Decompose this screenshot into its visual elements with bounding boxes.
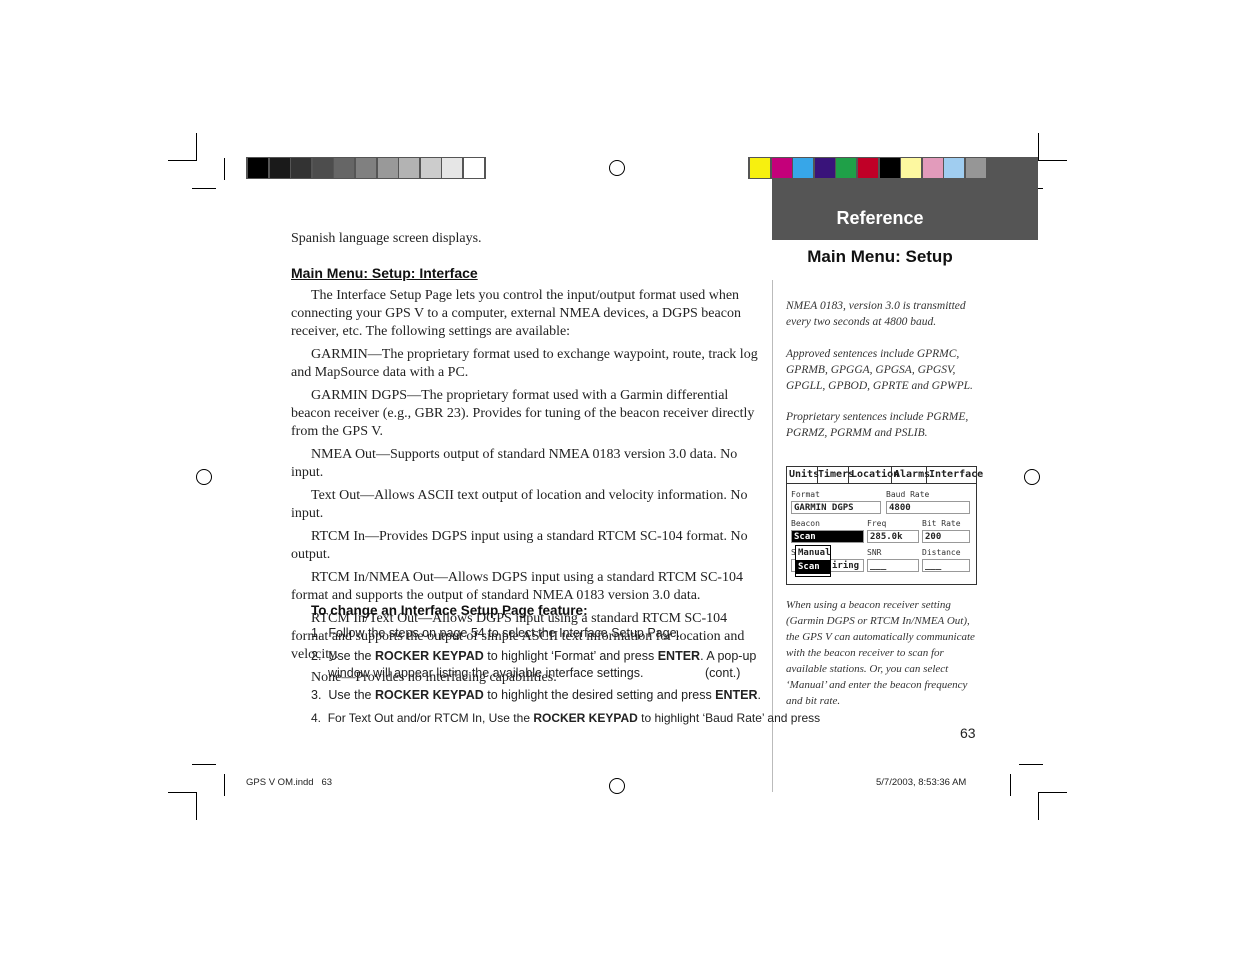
color-swatch [399, 158, 420, 178]
step: 4. For Text Out and/or RTCM In, Use the … [311, 711, 821, 725]
color-swatch [377, 158, 398, 178]
sidebar-note: Proprietary sentences include PGRME, PGR… [786, 411, 969, 439]
registration-mark-icon [609, 778, 625, 794]
baud-value: 4800 [886, 501, 970, 514]
popup-option: Scan [796, 560, 830, 574]
tab-interface: Interface [929, 469, 984, 480]
color-swatch [814, 158, 835, 178]
distance-label: Distance [922, 548, 961, 557]
footer-date: 5/7/2003, 8:53:36 AM [876, 777, 967, 788]
color-swatch [750, 158, 770, 178]
step: 1. Follow the steps on page 54 to select… [311, 626, 681, 640]
bitrate-label: Bit Rate [922, 519, 961, 528]
step: 3. Use the ROCKER KEYPAD to highlight th… [311, 688, 762, 702]
page-number: 63 [960, 725, 976, 741]
gps-screen-image: Units Timers Location Alarms Interface F… [786, 466, 984, 585]
color-swatch [944, 158, 965, 178]
color-swatch [312, 158, 333, 178]
color-swatch [836, 158, 857, 178]
page-subtitle: Main Menu: Setup [807, 247, 953, 266]
section-title: Reference [836, 208, 924, 228]
paragraph: Text Out—Allows ASCII text output of loc… [291, 488, 748, 521]
sidebar-note: Approved sentences include GPRMC, GPRMB,… [786, 348, 973, 392]
color-swatch [291, 158, 312, 178]
footer-file: GPS V OM.indd 63 [246, 777, 333, 788]
color-swatch [356, 158, 376, 178]
tab-units: Units [787, 467, 819, 483]
beacon-label: Beacon [791, 519, 820, 528]
color-swatch [879, 158, 900, 178]
tab-timers: Timers [818, 467, 854, 483]
tab-location: Location [851, 467, 899, 483]
registration-mark-icon [1024, 469, 1040, 485]
color-swatch [442, 158, 463, 178]
distance-value: ___ [922, 559, 970, 572]
intro-text: Spanish language screen displays. [291, 231, 482, 246]
registration-mark-icon [609, 160, 625, 176]
bitrate-value: 200 [922, 530, 970, 543]
paragraph: GARMIN DGPS—The proprietary format used … [291, 388, 755, 439]
color-swatch [922, 158, 943, 178]
color-swatch [771, 158, 792, 178]
step: 2. Use the ROCKER KEYPAD to highlight ‘F… [311, 649, 757, 680]
paragraph: RTCM In—Provides DGPS input using a stan… [291, 529, 748, 562]
format-label: Format [791, 490, 820, 499]
paragraph: GARMIN—The proprietary format used to ex… [291, 347, 758, 380]
freq-label: Freq [867, 519, 887, 528]
section-tab-top [988, 157, 1038, 181]
snr-label: SNR [867, 548, 882, 557]
color-swatch [334, 158, 355, 178]
snr-value: ___ [867, 559, 919, 572]
color-swatch [269, 158, 290, 178]
registration-mark-icon [196, 469, 212, 485]
color-swatch [248, 158, 268, 178]
color-swatch [966, 158, 986, 178]
paragraph: The Interface Setup Page lets you contro… [291, 288, 741, 339]
paragraph: NMEA Out—Supports output of standard NME… [291, 447, 738, 480]
procedure-heading: To change an Interface Setup Page featur… [311, 603, 588, 618]
color-swatch [793, 158, 814, 178]
popup-option: Manual [798, 548, 831, 558]
color-swatch [901, 158, 922, 178]
color-swatch [858, 158, 878, 178]
color-swatch [464, 158, 484, 178]
tab-alarms: Alarms [894, 467, 930, 483]
paragraph: RTCM In/NMEA Out—Allows DGPS input using… [291, 570, 743, 603]
color-swatch [420, 158, 441, 178]
screen-caption: When using a beacon receiver setting (Ga… [786, 599, 975, 707]
popup-menu: Manual Scan [795, 545, 831, 577]
baud-label: Baud Rate [886, 490, 930, 499]
sidebar-note: NMEA 0183, version 3.0 is transmitted ev… [786, 300, 966, 328]
freq-value: 285.0k [867, 530, 919, 543]
format-value: GARMIN DGPS [791, 501, 881, 514]
section-heading: Main Menu: Setup: Interface [291, 265, 478, 281]
beacon-value: Scan [791, 530, 864, 543]
